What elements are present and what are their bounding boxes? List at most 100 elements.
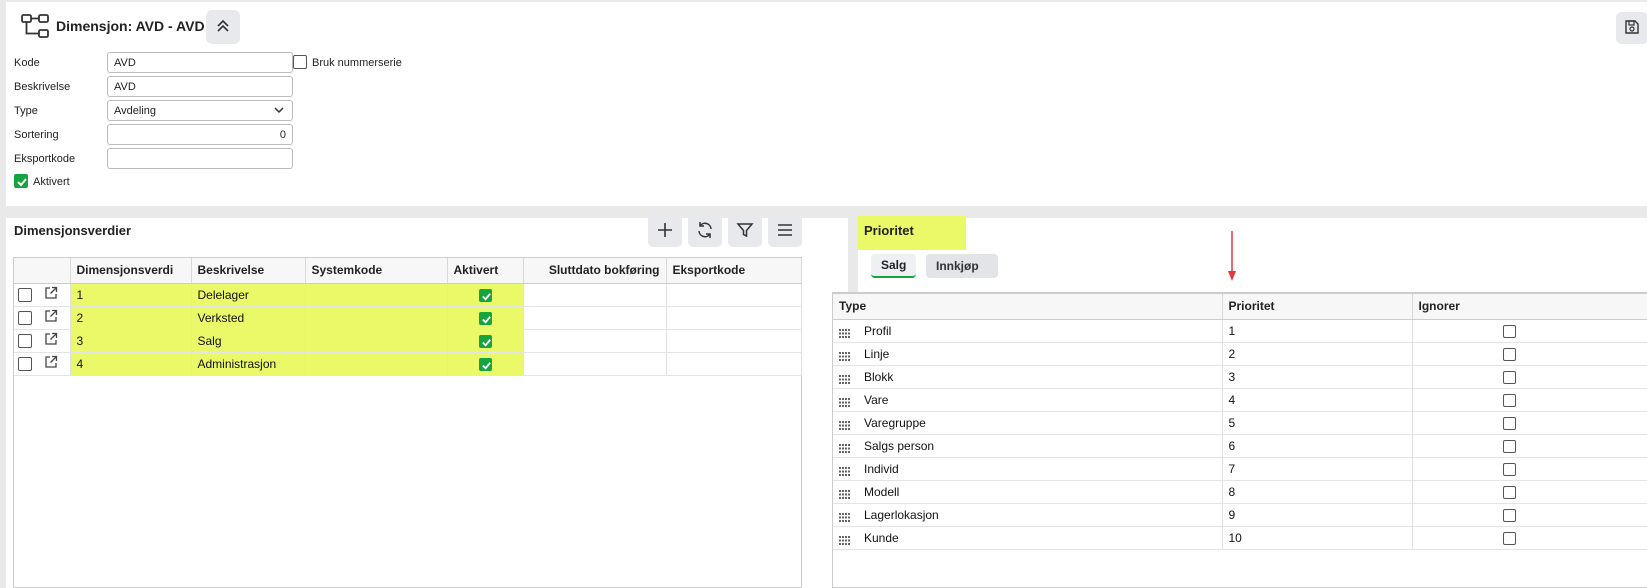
sortering-field[interactable]: 0 (107, 124, 293, 145)
cell-prioritet[interactable]: 8 (1222, 480, 1413, 504)
ignorer-checkbox[interactable] (1502, 531, 1516, 545)
table-row[interactable]: 4 Administrasjon (14, 352, 802, 376)
open-external-icon[interactable] (44, 355, 58, 372)
cell-dimensjonsverdi[interactable]: 2 (70, 306, 192, 330)
table-row[interactable]: 1 Delelager (14, 283, 802, 307)
cell-type[interactable]: Profil (833, 319, 1223, 343)
ignorer-checkbox[interactable] (1502, 324, 1516, 338)
row-select-checkbox[interactable] (18, 333, 32, 348)
drag-handle-icon[interactable] (839, 465, 850, 476)
ignorer-checkbox[interactable] (1502, 416, 1516, 430)
cell-type[interactable]: Lagerlokasjon (833, 503, 1223, 527)
cell-systemkode[interactable] (305, 283, 448, 307)
table-row[interactable]: Profil 1 (833, 319, 1647, 343)
cell-aktivert[interactable] (447, 283, 524, 307)
tab-salg[interactable]: Salg (871, 254, 917, 278)
cell-eksportkode[interactable] (666, 283, 802, 307)
cell-type[interactable]: Kunde (833, 526, 1223, 550)
cell-type[interactable]: Individ (833, 457, 1223, 481)
table-row[interactable]: Salgs person 6 (833, 434, 1647, 458)
drag-handle-icon[interactable] (839, 534, 850, 545)
cell-type[interactable]: Modell (833, 480, 1223, 504)
cell-dimensjonsverdi[interactable]: 1 (70, 283, 192, 307)
drag-handle-icon[interactable] (839, 350, 850, 361)
cell-sluttdato[interactable] (523, 283, 667, 307)
cell-eksportkode[interactable] (666, 329, 802, 353)
cell-type[interactable]: Vare (833, 388, 1223, 412)
ignorer-checkbox[interactable] (1502, 508, 1516, 522)
cell-systemkode[interactable] (305, 306, 448, 330)
type-select[interactable]: Avdeling (107, 100, 293, 121)
table-row[interactable]: 3 Salg (14, 329, 802, 353)
open-external-icon[interactable] (44, 286, 58, 303)
column-header-beskrivelse[interactable]: Beskrivelse (191, 258, 306, 284)
eksportkode-field[interactable] (107, 148, 293, 169)
column-header-systemkode[interactable]: Systemkode (305, 258, 448, 284)
row-select-checkbox[interactable] (18, 287, 32, 302)
cell-prioritet[interactable]: 2 (1222, 342, 1413, 366)
cell-prioritet[interactable]: 1 (1222, 319, 1413, 343)
cell-prioritet[interactable]: 7 (1222, 457, 1413, 481)
cell-dimensjonsverdi[interactable]: 4 (70, 352, 192, 376)
cell-ignorer[interactable] (1412, 457, 1647, 481)
cell-eksportkode[interactable] (666, 352, 802, 376)
cell-sluttdato[interactable] (523, 352, 667, 376)
cell-sluttdato[interactable] (523, 329, 667, 353)
cell-ignorer[interactable] (1412, 388, 1647, 412)
row-select-checkbox[interactable] (18, 310, 32, 325)
drag-handle-icon[interactable] (839, 373, 850, 384)
cell-prioritet[interactable]: 6 (1222, 434, 1413, 458)
drag-handle-icon[interactable] (839, 396, 850, 407)
cell-prioritet[interactable]: 4 (1222, 388, 1413, 412)
table-row[interactable]: Individ 7 (833, 457, 1647, 481)
table-row[interactable]: Linje 2 (833, 342, 1647, 366)
open-external-icon[interactable] (44, 309, 58, 326)
menu-button[interactable] (768, 215, 802, 247)
column-header-prioritet[interactable]: Prioritet (1222, 294, 1413, 320)
column-header-type[interactable]: Type (833, 294, 1223, 320)
cell-ignorer[interactable] (1412, 319, 1647, 343)
column-header-aktivert[interactable]: Aktivert (447, 258, 524, 284)
save-button[interactable] (1616, 12, 1647, 44)
aktivert-checkbox[interactable] (478, 311, 492, 325)
cell-beskrivelse[interactable]: Verksted (191, 306, 306, 330)
cell-ignorer[interactable] (1412, 365, 1647, 389)
table-row[interactable]: Blokk 3 (833, 365, 1647, 389)
tab-innkjop[interactable]: Innkjøp (926, 254, 998, 278)
cell-type[interactable]: Varegruppe (833, 411, 1223, 435)
filter-button[interactable] (728, 215, 762, 247)
ignorer-checkbox[interactable] (1502, 370, 1516, 384)
cell-ignorer[interactable] (1412, 342, 1647, 366)
ignorer-checkbox[interactable] (1502, 347, 1516, 361)
cell-ignorer[interactable] (1412, 480, 1647, 504)
collapse-button[interactable] (206, 10, 240, 44)
row-select-checkbox[interactable] (18, 356, 32, 371)
table-row[interactable]: 2 Verksted (14, 306, 802, 330)
ignorer-checkbox[interactable] (1502, 393, 1516, 407)
column-header-ignorer[interactable]: Ignorer (1412, 294, 1647, 320)
cell-eksportkode[interactable] (666, 306, 802, 330)
kode-field[interactable]: AVD (107, 52, 293, 73)
cell-prioritet[interactable]: 5 (1222, 411, 1413, 435)
aktivert-checkbox[interactable] (478, 357, 492, 371)
table-row[interactable]: Lagerlokasjon 9 (833, 503, 1647, 527)
table-row[interactable]: Kunde 10 (833, 526, 1647, 550)
beskrivelse-field[interactable]: AVD (107, 76, 293, 97)
add-button[interactable] (648, 215, 682, 247)
column-header-sluttdato[interactable]: Sluttdato bokføring (523, 258, 667, 284)
drag-handle-icon[interactable] (839, 511, 850, 522)
cell-dimensjonsverdi[interactable]: 3 (70, 329, 192, 353)
cell-ignorer[interactable] (1412, 411, 1647, 435)
cell-type[interactable]: Salgs person (833, 434, 1223, 458)
cell-beskrivelse[interactable]: Salg (191, 329, 306, 353)
cell-ignorer[interactable] (1412, 503, 1647, 527)
cell-aktivert[interactable] (447, 306, 524, 330)
table-row[interactable]: Varegruppe 5 (833, 411, 1647, 435)
drag-handle-icon[interactable] (839, 442, 850, 453)
cell-beskrivelse[interactable]: Delelager (191, 283, 306, 307)
drag-handle-icon[interactable] (839, 419, 850, 430)
cell-prioritet[interactable]: 9 (1222, 503, 1413, 527)
cell-aktivert[interactable] (447, 352, 524, 376)
ignorer-checkbox[interactable] (1502, 462, 1516, 476)
cell-systemkode[interactable] (305, 352, 448, 376)
